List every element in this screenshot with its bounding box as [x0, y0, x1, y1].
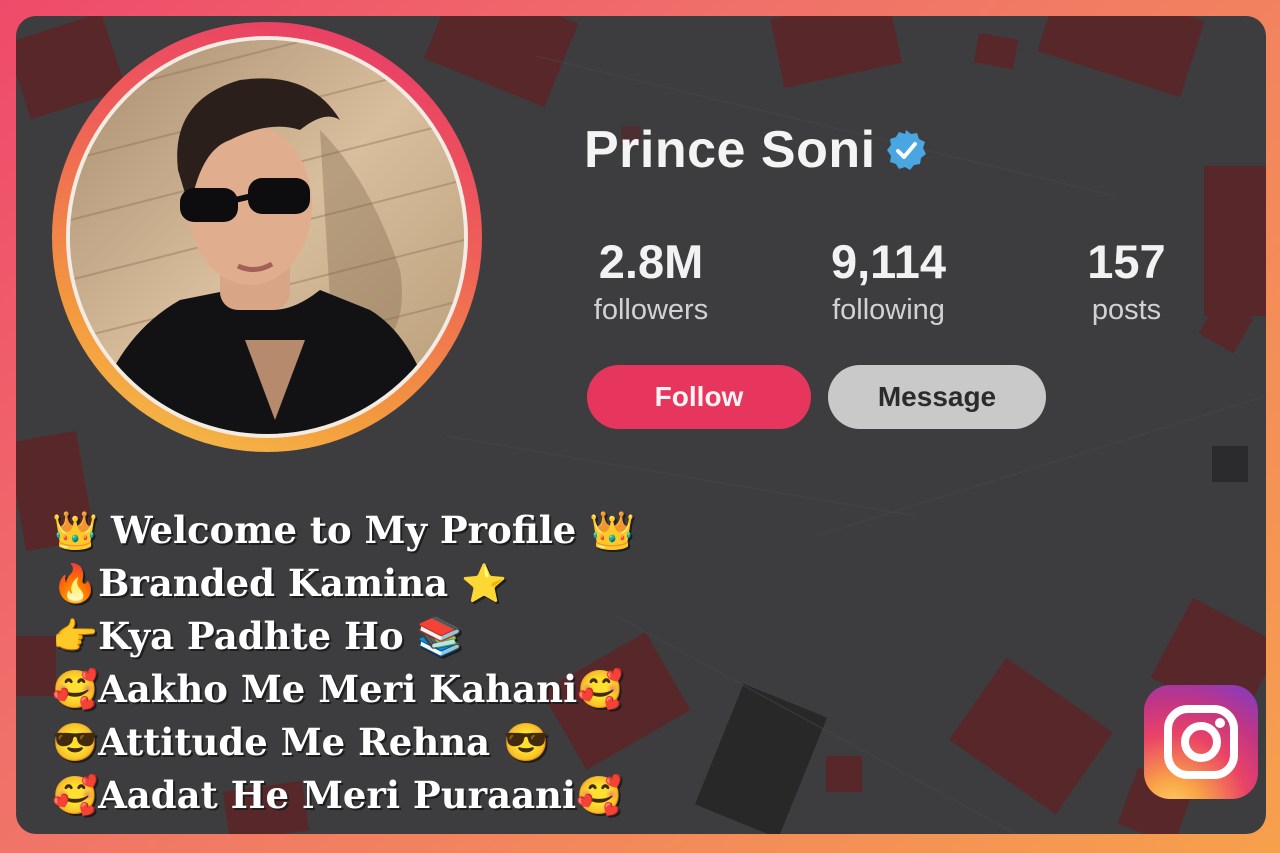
profile-card: Prince Soni 2.8M followers 9,114 followi…	[16, 16, 1266, 834]
posts-label: posts	[1091, 294, 1162, 326]
profile-header: Prince Soni	[584, 118, 928, 182]
stat-following[interactable]: 9,114 following	[811, 234, 966, 330]
instagram-logo-icon	[1144, 685, 1258, 799]
avatar-border	[66, 36, 468, 438]
follow-button[interactable]: Follow	[587, 365, 811, 429]
bio-line: 🥰Aadat He Meri Puraani🥰	[52, 773, 623, 817]
bio-line: 🥰Aakho Me Meri Kahani🥰	[52, 667, 624, 711]
bio: 👑 Welcome to My Profile 👑 🔥Branded Kamin…	[52, 504, 635, 822]
instagram-glyph	[1164, 705, 1238, 779]
message-button[interactable]: Message	[828, 365, 1046, 429]
avatar[interactable]	[70, 40, 464, 434]
posts-count: 157	[1087, 235, 1166, 288]
bio-line: 🔥Branded Kamina ⭐	[52, 561, 508, 605]
following-label: following	[832, 294, 945, 326]
bio-line: 👉Kya Padhte Ho 📚	[52, 614, 463, 658]
stat-followers[interactable]: 2.8M followers	[576, 234, 726, 330]
avatar-ring	[52, 22, 482, 452]
profile-name: Prince Soni	[584, 121, 876, 179]
bio-line: 😎Attitude Me Rehna 😎	[52, 720, 550, 764]
bio-line: 👑 Welcome to My Profile 👑	[52, 508, 636, 552]
verified-badge-icon	[886, 130, 926, 170]
following-count: 9,114	[830, 235, 947, 288]
followers-label: followers	[593, 294, 709, 326]
stat-posts[interactable]: 157 posts	[1074, 234, 1179, 330]
profile-photo-icon	[70, 40, 464, 434]
followers-count: 2.8M	[598, 235, 704, 288]
